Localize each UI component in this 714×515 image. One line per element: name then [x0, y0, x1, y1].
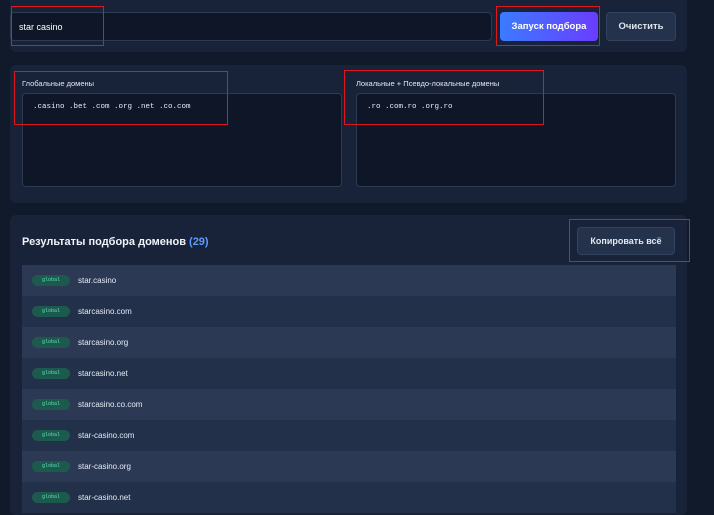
scope-badge: global	[32, 275, 70, 286]
result-row[interactable]: global starcasino.com	[22, 296, 676, 327]
results-title-text: Результаты подбора доменов	[22, 236, 187, 248]
local-domains-label: Локальные + Псевдо-локальные домены	[356, 79, 500, 88]
result-row[interactable]: global star-casino.com	[22, 420, 676, 451]
scope-badge: global	[32, 399, 70, 410]
scope-badge: global	[32, 306, 70, 317]
result-row[interactable]: global starcasino.org	[22, 327, 676, 358]
global-domains-label: Глобальные домены	[22, 79, 95, 88]
clear-button[interactable]: Очистить	[606, 12, 676, 41]
scope-badge: global	[32, 368, 70, 379]
result-row[interactable]: global starcasino.co.com	[22, 389, 676, 420]
search-input[interactable]	[10, 12, 492, 41]
domain-name: starcasino.org	[78, 338, 129, 347]
domain-name: star-casino.net	[78, 493, 131, 502]
domain-name: star-casino.com	[78, 431, 135, 440]
domain-name: starcasino.net	[78, 369, 128, 378]
result-row[interactable]: global star-casino.net	[22, 482, 676, 513]
results-title: Результаты подбора доменов (29)	[22, 236, 209, 248]
domain-name: star-casino.org	[78, 462, 131, 471]
domain-name: starcasino.co.com	[78, 400, 143, 409]
domain-name: starcasino.com	[78, 307, 132, 316]
local-domains-field[interactable]: .ro .com.ro .org.ro	[356, 93, 676, 187]
domain-name: star.casino	[78, 276, 117, 285]
global-domains-field[interactable]: .casino .bet .com .org .net .co.com	[22, 93, 342, 187]
copy-all-button[interactable]: Копировать всё	[577, 227, 675, 255]
run-button[interactable]: Запуск подбора	[500, 12, 598, 41]
scope-badge: global	[32, 492, 70, 503]
results-count: (29)	[189, 236, 209, 248]
result-row[interactable]: global star-casino.org	[22, 451, 676, 482]
result-row[interactable]: global starcasino.net	[22, 358, 676, 389]
result-list: global star.casino global starcasino.com glo…	[22, 265, 676, 513]
scope-badge: global	[32, 430, 70, 441]
result-row[interactable]: global star.casino	[22, 265, 676, 296]
scope-badge: global	[32, 461, 70, 472]
scope-badge: global	[32, 337, 70, 348]
